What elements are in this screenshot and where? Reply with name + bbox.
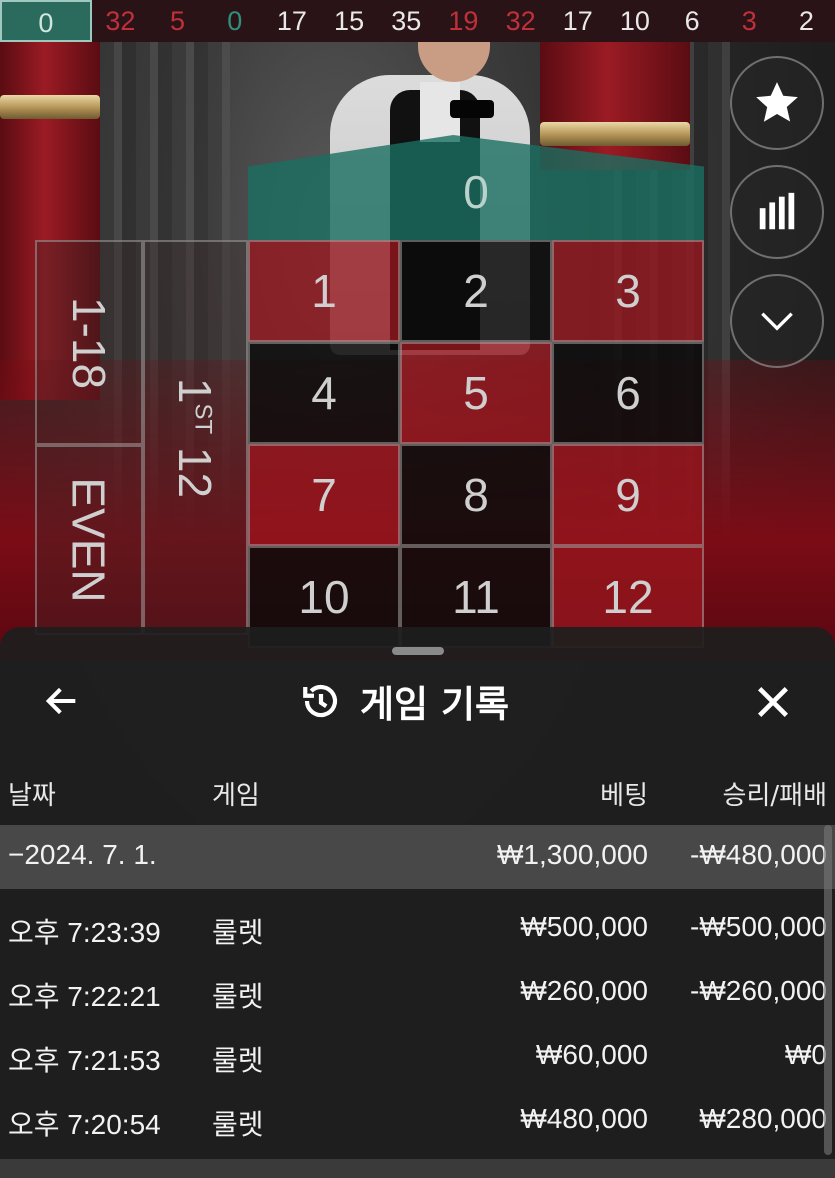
result-number: 19 xyxy=(448,5,479,36)
row-bet: ₩60,000 xyxy=(535,1039,648,1070)
collapse-button[interactable] xyxy=(730,274,824,368)
sheet-footer xyxy=(0,1159,835,1178)
sheet-title-group: 게임 기록 xyxy=(300,673,509,729)
history-row[interactable]: 오후 7:21:53 룰렛 ₩60,000 ₩0 xyxy=(0,1025,835,1089)
column-date: 날짜 xyxy=(8,781,56,811)
bet-cell-number[interactable]: 3 xyxy=(552,240,704,342)
result-number: 35 xyxy=(391,5,422,36)
drag-handle[interactable] xyxy=(392,647,444,655)
table-header: 날짜 게임 베팅 승리/패배 xyxy=(0,775,835,815)
date-group-result-total: -₩480,000 xyxy=(690,839,827,870)
bet-cell-number[interactable]: 6 xyxy=(552,342,704,444)
result-number: 2 xyxy=(798,5,814,36)
row-game: 룰렛 xyxy=(212,981,264,1012)
row-time: 오후 7:20:54 xyxy=(8,1109,161,1140)
close-icon xyxy=(758,687,788,717)
result-number: 6 xyxy=(684,5,700,36)
result-number: 32 xyxy=(105,5,136,36)
bet-cell-number[interactable]: 4 xyxy=(248,342,400,444)
dozen-suffix: ST xyxy=(189,402,217,434)
result-number: 0 xyxy=(227,5,243,36)
bet-cell-number[interactable]: 5 xyxy=(400,342,552,444)
close-button[interactable] xyxy=(744,673,802,731)
game-history-sheet: 게임 기록 날짜 게임 베팅 승리/패배 −2024. 7. 1. ₩1,300… xyxy=(0,627,835,1178)
bet-cell-number[interactable]: 9 xyxy=(552,444,704,546)
date-group-row[interactable]: −2024. 7. 1. ₩1,300,000 -₩480,000 xyxy=(0,825,835,889)
history-icon xyxy=(303,684,338,718)
row-game: 룰렛 xyxy=(212,1045,264,1076)
row-result: -₩260,000 xyxy=(690,975,827,1006)
sheet-header: 게임 기록 xyxy=(0,667,835,731)
history-row[interactable]: 오후 7:23:39 룰렛 ₩500,000 -₩500,000 xyxy=(0,897,835,961)
row-game: 룰렛 xyxy=(212,917,264,948)
column-bet: 베팅 xyxy=(600,781,648,811)
row-result: ₩0 xyxy=(785,1039,827,1070)
history-row[interactable]: 오후 7:20:54 룰렛 ₩480,000 ₩280,000 xyxy=(0,1089,835,1153)
result-number: 17 xyxy=(276,5,307,36)
bet-even[interactable]: EVEN xyxy=(35,445,143,635)
bet-cell-number[interactable]: 1 xyxy=(248,240,400,342)
result-number: 5 xyxy=(170,5,186,36)
row-bet: ₩500,000 xyxy=(520,911,648,942)
chevron-down-icon xyxy=(761,312,793,331)
bet-first-dozen[interactable]: 1ST 12 xyxy=(143,240,248,635)
date-group-label: −2024. 7. 1. xyxy=(8,839,157,870)
bet-low-label: 1-18 xyxy=(62,296,115,389)
back-button[interactable] xyxy=(34,673,90,729)
row-result: ₩280,000 xyxy=(699,1103,827,1134)
history-row[interactable]: 오후 7:22:21 룰렛 ₩260,000 -₩260,000 xyxy=(0,961,835,1025)
bet-cell-number[interactable]: 7 xyxy=(248,444,400,546)
dealer-bowtie xyxy=(450,100,494,118)
bet-even-label: EVEN xyxy=(63,477,116,603)
row-result: -₩500,000 xyxy=(690,911,827,942)
dozen-number: 1 xyxy=(169,377,222,403)
recent-results-strip: 0 32 5 0 17 15 35 19 32 17 10 6 3 2 xyxy=(0,0,835,42)
row-time: 오후 7:22:21 xyxy=(8,981,161,1012)
row-time: 오후 7:21:53 xyxy=(8,1045,161,1076)
result-number: 15 xyxy=(334,5,365,36)
result-number: 10 xyxy=(619,5,650,36)
result-number: 17 xyxy=(562,5,593,36)
favorite-button[interactable] xyxy=(730,56,824,150)
row-time: 오후 7:23:39 xyxy=(8,917,161,948)
sheet-title: 게임 기록 xyxy=(360,683,510,726)
row-bet: ₩480,000 xyxy=(520,1103,648,1134)
column-result: 승리/패배 xyxy=(722,781,827,811)
pillar-ring-right xyxy=(540,122,690,146)
latest-result: 0 xyxy=(0,0,92,42)
date-group-bet-total: ₩1,300,000 xyxy=(497,839,648,870)
result-number: 32 xyxy=(505,5,536,36)
statistics-button[interactable] xyxy=(730,165,824,259)
row-bet: ₩260,000 xyxy=(520,975,648,1006)
scrollbar[interactable] xyxy=(824,825,832,1155)
star-icon xyxy=(756,82,798,122)
column-game: 게임 xyxy=(212,781,260,811)
bet-cell-number[interactable]: 2 xyxy=(400,240,552,342)
dozen-rest: 12 xyxy=(169,433,222,498)
result-number: 3 xyxy=(741,5,757,36)
bet-first-dozen-label: 1ST 12 xyxy=(169,377,223,497)
bet-low-1-18[interactable]: 1-18 xyxy=(35,240,143,445)
bar-chart-icon xyxy=(759,192,795,230)
pillar-ring-left xyxy=(0,95,100,119)
bet-cell-number[interactable]: 8 xyxy=(400,444,552,546)
arrow-left-icon xyxy=(45,687,76,715)
row-game: 룰렛 xyxy=(212,1109,264,1140)
